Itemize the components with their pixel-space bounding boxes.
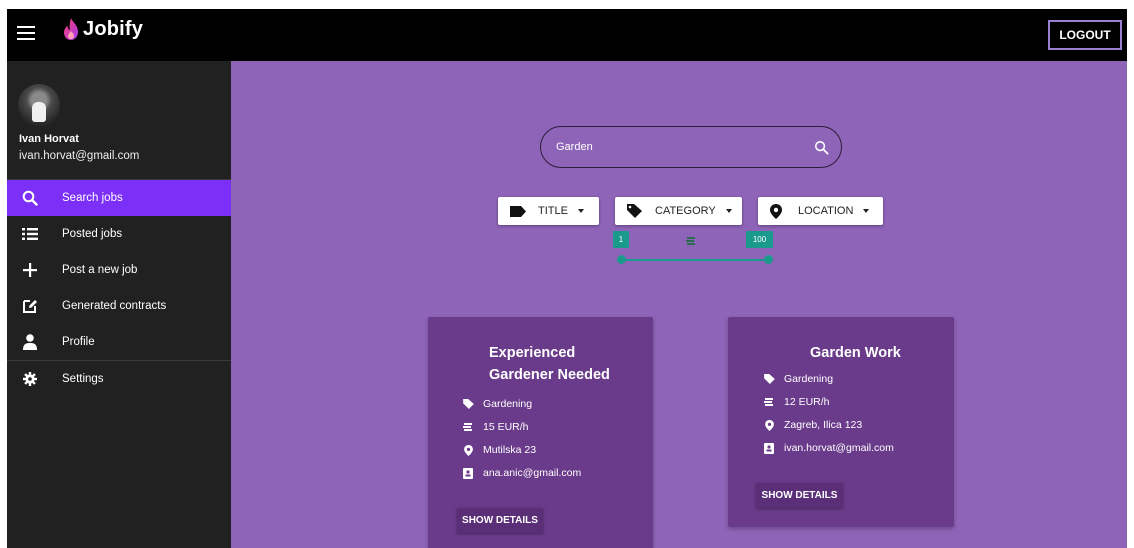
location-pin-icon xyxy=(461,444,475,456)
sidebar-item-label: Search jobs xyxy=(62,192,123,204)
main-content: Garden TITLE CATEGORY LOCATION 1 100 Exp… xyxy=(231,61,1127,548)
app-window: Jobify LOGOUT Ivan Horvat ivan.horvat@gm… xyxy=(7,9,1127,548)
job-title: Garden Work xyxy=(810,345,901,361)
plus-icon xyxy=(21,261,39,279)
location-pin-icon xyxy=(770,203,786,219)
job-contact: ana.anic@gmail.com xyxy=(461,465,581,481)
show-details-button[interactable]: SHOW DETAILS xyxy=(756,483,843,508)
job-card: Experienced Gardener Needed Gardening 15… xyxy=(428,317,653,548)
sidebar-item-label: Settings xyxy=(62,373,104,385)
search-icon[interactable] xyxy=(814,140,829,155)
range-max-badge: 100 xyxy=(746,231,773,248)
chevron-down-icon xyxy=(577,209,584,213)
job-title-line: Gardener Needed xyxy=(489,367,610,383)
sidebar: Ivan Horvat ivan.horvat@gmail.com Search… xyxy=(7,61,231,548)
sidebar-item-settings[interactable]: Settings xyxy=(7,361,231,397)
gear-icon xyxy=(21,370,39,388)
filter-label: CATEGORY xyxy=(655,205,716,217)
price-range-slider[interactable]: 1 100 xyxy=(613,231,773,271)
avatar xyxy=(18,84,60,126)
sidebar-item-label: Posted jobs xyxy=(62,228,123,240)
sidebar-item-posted-jobs[interactable]: Posted jobs xyxy=(7,216,231,252)
sidebar-item-label: Profile xyxy=(62,336,95,348)
money-icon xyxy=(461,421,475,433)
flame-logo-icon xyxy=(64,18,78,40)
job-title: Experienced Gardener Needed xyxy=(489,342,610,386)
sidebar-item-label: Generated contracts xyxy=(62,300,167,312)
filter-label: LOCATION xyxy=(798,205,854,217)
logout-button[interactable]: LOGOUT xyxy=(1048,20,1122,50)
job-rate: 12 EUR/h xyxy=(762,394,830,410)
user-email: ivan.horvat@gmail.com xyxy=(19,150,140,162)
search-value: Garden xyxy=(556,141,593,153)
sidebar-nav: Search jobs Posted jobs Post a new job G… xyxy=(7,179,231,397)
list-icon xyxy=(21,225,39,243)
job-card: Garden Work Gardening 12 EUR/h Zagreb, I… xyxy=(728,317,954,527)
filter-title-button[interactable]: TITLE xyxy=(498,197,599,225)
job-category-value: Gardening xyxy=(784,373,834,385)
tag-icon xyxy=(762,373,776,385)
contact-card-icon xyxy=(461,467,475,479)
job-contact-value: ivan.horvat@gmail.com xyxy=(784,442,894,454)
job-title-line: Experienced xyxy=(489,345,576,361)
sidebar-item-generated-contracts[interactable]: Generated contracts xyxy=(7,288,231,324)
show-details-button[interactable]: SHOW DETAILS xyxy=(457,508,543,533)
location-pin-icon xyxy=(762,419,776,431)
tag-icon xyxy=(627,204,643,218)
job-address: Mutilska 23 xyxy=(461,442,536,458)
sidebar-item-post-new-job[interactable]: Post a new job xyxy=(7,252,231,288)
job-category-value: Gardening xyxy=(483,398,533,410)
tag-icon xyxy=(461,398,475,410)
label-icon xyxy=(510,204,526,218)
chevron-down-icon xyxy=(863,209,870,213)
job-contact: ivan.horvat@gmail.com xyxy=(762,440,894,456)
job-rate-value: 15 EUR/h xyxy=(483,421,529,433)
filter-category-button[interactable]: CATEGORY xyxy=(615,197,742,225)
sidebar-item-profile[interactable]: Profile xyxy=(7,324,231,360)
job-category: Gardening xyxy=(762,371,833,387)
job-category: Gardening xyxy=(461,396,532,412)
app-logo[interactable]: Jobify xyxy=(61,17,143,41)
top-bar: Jobify LOGOUT xyxy=(7,9,1127,61)
job-address-value: Mutilska 23 xyxy=(483,444,537,456)
menu-icon[interactable] xyxy=(17,26,35,42)
app-name: Jobify xyxy=(83,17,144,40)
job-rate: 15 EUR/h xyxy=(461,419,529,435)
edit-icon xyxy=(21,297,39,315)
contact-card-icon xyxy=(762,442,776,454)
filter-label: TITLE xyxy=(538,205,568,217)
money-icon xyxy=(686,237,695,245)
range-min-handle[interactable] xyxy=(617,255,626,264)
user-name: Ivan Horvat xyxy=(19,133,79,145)
person-icon xyxy=(21,333,39,351)
range-track[interactable] xyxy=(621,259,769,261)
job-contact-value: ana.anic@gmail.com xyxy=(483,467,582,479)
sidebar-item-label: Post a new job xyxy=(62,264,138,276)
sidebar-item-search-jobs[interactable]: Search jobs xyxy=(7,180,231,216)
range-min-badge: 1 xyxy=(613,231,629,248)
job-address: Zagreb, Ilica 123 xyxy=(762,417,862,433)
money-icon xyxy=(762,396,776,408)
search-input[interactable]: Garden xyxy=(540,126,842,168)
chevron-down-icon xyxy=(725,209,732,213)
filter-location-button[interactable]: LOCATION xyxy=(758,197,883,225)
job-address-value: Zagreb, Ilica 123 xyxy=(784,419,863,431)
job-rate-value: 12 EUR/h xyxy=(784,396,830,408)
search-icon xyxy=(21,189,39,207)
range-max-handle[interactable] xyxy=(764,255,773,264)
